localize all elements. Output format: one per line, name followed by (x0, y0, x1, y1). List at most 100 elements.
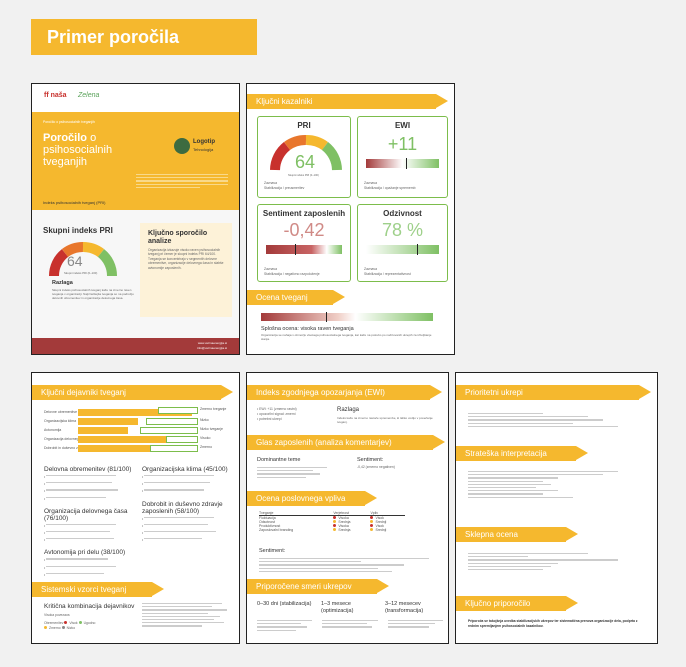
factor-tag-1: Nizko (200, 418, 209, 422)
factor-chart: Delovne obremenitve Zmerno tveganje Orga… (44, 407, 234, 459)
ewi-razlaga: Razlaga (337, 407, 360, 413)
pri-value: 64 (67, 253, 83, 269)
section-key-recommendation: Ključno priporočilo (456, 596, 578, 611)
report-page-priorities: Prioritetni ukrepi Strateška interpretac… (455, 372, 658, 644)
ewi-list: • EWI: +11 (zmerno rastni) • opozorilni s… (257, 407, 297, 421)
kpi-sentiment-note2: Stabilizacija / negativno razpoloženje (264, 272, 320, 276)
cover-body: Skupni indeks PRI 64 Skupni indeks PRI (… (32, 210, 239, 338)
combo-legend: Obremenitev Visok Ugodno Zmerno Nizko (44, 621, 96, 630)
plan-notes (257, 618, 443, 633)
factor-col-left: Delovna obremenitev (81/100) • • • • Org… (44, 466, 132, 577)
kpi-sentiment-value: -0,42 (283, 220, 325, 240)
factor-heading-1: Delovna obremenitev (81/100) (44, 466, 132, 473)
factor-heading-5: Avtonomija pri delu (38/100) (44, 549, 126, 557)
kpi-sentiment-bar (266, 244, 342, 255)
cover-header: Poročilo o psihosocialnih tveganjih Poro… (32, 112, 239, 210)
risk-bar (261, 312, 433, 322)
kpi-pri-value: 64 (294, 152, 316, 172)
key-recommendation-text: Priporoča se takojšnja uvedba stabilizac… (468, 619, 638, 628)
factor-tag-0: Zmerno tveganje (200, 407, 227, 411)
overall-risk: Splošna ocena: visoka raven tveganja (261, 326, 354, 332)
section-systemic-patterns: Sistemski vzorci tveganj (32, 582, 164, 597)
kpi-pri-caption: Skupni indeks PRI (0–100) (288, 174, 319, 177)
kpi-response-bar (366, 244, 439, 255)
section-risk-factors: Ključni dejavniki tveganj (32, 385, 233, 400)
section-employee-voice: Glas zaposlenih (analiza komentarjev) (247, 435, 445, 450)
combo-subtitle: Visoka povezava (44, 613, 70, 617)
topics-list (257, 465, 327, 480)
company-logo: ff naša (44, 92, 67, 99)
cover-topic: Indeks psihosocialnih tveganj (PRI) (43, 200, 106, 205)
logo-icon (174, 138, 190, 154)
kpi-pri-title: PRI (297, 121, 311, 130)
overall-risk-text: Organizacija se nahaja v območju visokeg… (261, 333, 432, 341)
combo-notes (142, 601, 232, 629)
section-recommended: Priporočene smeri ukrepov (247, 579, 389, 594)
factor-col-right: Organizacijska klima (45/100) • • • Dobr… (142, 466, 232, 543)
priority-list (468, 411, 618, 429)
factor-tag-3: Visoko (200, 436, 211, 440)
factor-heading-4: Dobrobit in duševno zdravje zaposlenih (… (142, 500, 223, 515)
kpi-ewi-bar (366, 158, 439, 169)
kpi-response-title: Odzivnost (383, 209, 422, 218)
kpi-response-value: 78 % (381, 220, 424, 240)
dominant-topics: Dominantne teme (257, 457, 301, 463)
gauge-caption: Skupni indeks PRI (0–100) (64, 271, 98, 275)
section-priority-actions: Prioritetni ukrepi (456, 385, 651, 400)
kpi-card-ewi: EWI +11 Zaznava Stabilizacija / opažanje… (357, 116, 448, 198)
report-page-indicators: Ključni kazalniki PRI 64 Skupni indeks P… (246, 83, 455, 355)
report-page-cover: ff naša Zelena Poročilo o psihosocialnih… (31, 83, 240, 355)
sentiment-heading-2: Sentiment: (259, 548, 286, 554)
factor-label-0: Delovne obremenitve (44, 410, 78, 414)
razlaga-title: Razlaga (52, 280, 73, 286)
page-title-banner: Primer poročila (31, 19, 257, 55)
report-page-ewi: Indeks zgodnjega opozarjanja (EWI) • EWI… (246, 372, 449, 644)
section-business-impact: Ocena poslovnega vpliva (247, 491, 377, 506)
impact-notes (259, 556, 429, 574)
section-ewi: Indeks zgodnjega opozarjanja (EWI) (247, 385, 442, 400)
key-message-title: Ključno sporočilo analize (148, 230, 208, 245)
footer-url: www.vetrnaenergija.si (197, 341, 227, 345)
kpi-pri-note2: Stabilizacija / preusmeritev (264, 186, 305, 190)
factor-label-2: Avtonomija (44, 428, 62, 432)
kpi-ewi-note2: Stabilizacija / opažanje sprememb (364, 186, 416, 190)
factor-tag-4: Zmerno (200, 445, 213, 449)
pri-title: Skupni indeks PRI (43, 226, 113, 235)
factor-bar-4 (78, 445, 156, 452)
section-conclusion: Sklepna ocena (456, 527, 578, 542)
factor-bar-2 (78, 427, 128, 434)
ewi-razlaga-text: Indeks kaže na zmerno rastoče spremembe,… (337, 416, 433, 424)
factor-box-3 (166, 436, 198, 443)
sentiment-heading: Sentiment: (357, 457, 384, 463)
factor-box-1 (146, 418, 198, 425)
kpi-sentiment-title: Sentiment zaposlenih (262, 209, 346, 218)
partner-logo: Zelena (78, 92, 100, 99)
strategic-text (468, 469, 618, 500)
cover-title: Poročilo o psihosocialnih tveganjih (43, 132, 113, 168)
kpi-card-sentiment: Sentiment zaposlenih -0,42 Zaznava Stabi… (257, 204, 351, 282)
logo-sub: Tehnologija (193, 147, 214, 152)
sentiment-text: -0,42 (zmerno negativen) (357, 465, 395, 469)
table-row: Zaposlovalni branding Srednja Srednji (259, 528, 387, 532)
kpi-card-response: Odzivnost 78 % Zaznava Stabilizacija / r… (357, 204, 448, 282)
key-message-text: Organizacija izkazuje visoko raven psiho… (148, 248, 224, 270)
factor-label-1: Organizacijska klima (44, 419, 77, 423)
factor-box-4 (150, 445, 198, 452)
cover-footer: www.vetrnaenergija.si info@vetrnaenergij… (32, 338, 239, 354)
key-message-box: Ključno sporočilo analize Organizacija i… (140, 223, 232, 317)
plan-col-2: 1–3 mesece (optimizacija) (321, 601, 354, 614)
kpi-response-note2: Stabilizacija / reprezentativnost (364, 272, 411, 276)
section-key-indicators: Ključni kazalniki (247, 94, 448, 109)
kpi-ewi-title: EWI (394, 121, 411, 130)
section-risk-assessment: Ocena tveganj (247, 290, 345, 305)
cover-meta (136, 172, 228, 190)
factor-bar-1 (78, 418, 138, 425)
plan-col-1: 0–30 dni (stabilizacija) (257, 601, 312, 607)
factor-box-2 (140, 427, 198, 434)
plan-col-3: 3–12 mesecev (transformacija) (385, 601, 424, 614)
factor-heading-2: Organizacijska klima (45/100) (142, 466, 228, 473)
factor-box-0 (158, 407, 198, 414)
factor-heading-3: Organizacija delovnega časa (76/100) (44, 507, 128, 522)
report-page-factors: Ključni dejavniki tveganj Delovne obreme… (31, 372, 240, 644)
conclusion-text (468, 551, 618, 572)
